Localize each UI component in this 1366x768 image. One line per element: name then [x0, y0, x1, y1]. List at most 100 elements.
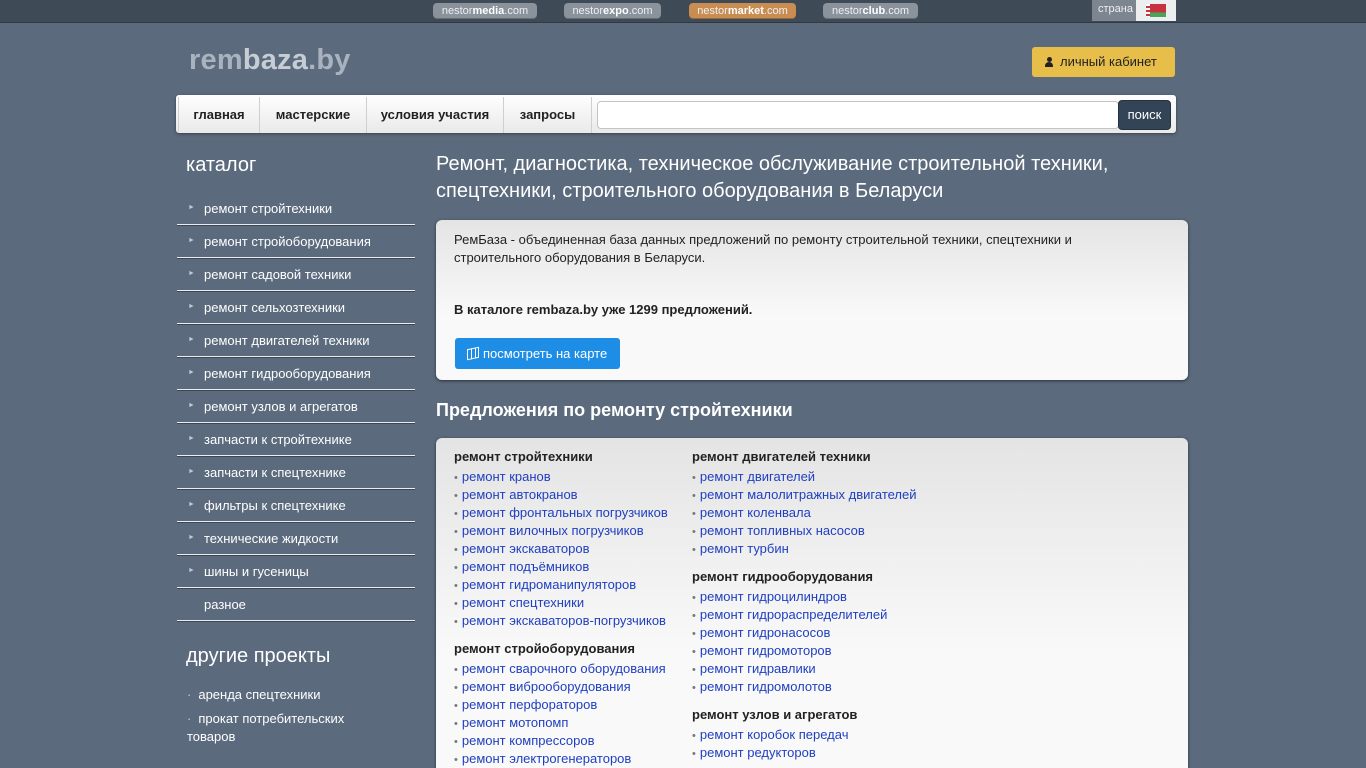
list-item[interactable]: • ремонт коробок передач	[692, 726, 952, 744]
offers-box: ремонт стройтехники • ремонт кранов • ремо…	[436, 438, 1188, 768]
list-item[interactable]: • ремонт редукторов	[692, 744, 952, 762]
list-item[interactable]: • ремонт гидравлики	[692, 660, 952, 678]
arrow-right-icon: ►	[188, 567, 195, 574]
list-item[interactable]: • ремонт турбин	[692, 540, 952, 558]
list-item[interactable]: • ремонт гидромолотов	[692, 678, 952, 696]
bullet-icon: •	[692, 730, 696, 742]
list-item[interactable]: • ремонт двигателей	[692, 468, 952, 486]
list-item[interactable]: • ремонт топливных насосов	[692, 522, 952, 540]
group-list: • ремонт двигателей • ремонт малолитражных…	[692, 468, 952, 558]
search-button[interactable]: поиск	[1118, 100, 1171, 130]
list-item[interactable]: • ремонт гидрораспределителей	[692, 606, 952, 624]
nav-requests[interactable]: запросы	[504, 97, 592, 133]
catalog-item[interactable]: ► ремонт стройоборудования	[177, 225, 415, 258]
bullet-icon: ·	[187, 711, 192, 726]
group-list: • ремонт гидроцилиндров • ремонт гидрорасп…	[692, 588, 952, 696]
list-item[interactable]: • ремонт подъёмников	[454, 558, 689, 576]
group-title: ремонт стройоборудования	[454, 641, 635, 656]
list-item[interactable]: • ремонт гидронасосов	[692, 624, 952, 642]
list-item[interactable]: • ремонт коленвала	[692, 504, 952, 522]
list-item[interactable]: • ремонт экскаваторов	[454, 540, 689, 558]
list-item[interactable]: • ремонт автокранов	[454, 486, 689, 504]
bullet-icon: •	[692, 610, 696, 622]
arrow-right-icon: ►	[188, 501, 195, 508]
arrow-right-icon: ►	[188, 435, 195, 442]
bullet-icon: •	[454, 718, 458, 730]
catalog-item[interactable]: ► ремонт гидрооборудования	[177, 357, 415, 390]
arrow-right-icon: ►	[188, 468, 195, 475]
bullet-icon: •	[692, 682, 696, 694]
catalog-item[interactable]: ► фильтры к спецтехнике	[177, 489, 415, 522]
catalog-item[interactable]: ► ремонт садовой техники	[177, 258, 415, 291]
list-item[interactable]: • ремонт гидроманипуляторов	[454, 576, 689, 594]
arrow-right-icon: ►	[188, 336, 195, 343]
nav-home[interactable]: главная	[178, 97, 260, 133]
list-item[interactable]: • ремонт вилочных погрузчиков	[454, 522, 689, 540]
arrow-right-icon: ►	[188, 237, 195, 244]
user-icon	[1045, 57, 1053, 67]
nav-workshops[interactable]: мастерские	[260, 97, 367, 133]
group-title: ремонт двигателей техники	[692, 449, 871, 464]
arrow-right-icon: ►	[188, 303, 195, 310]
bullet-icon: •	[692, 526, 696, 538]
intro-text: РемБаза - объединенная база данных предл…	[454, 232, 1072, 265]
country-selector[interactable]: страна	[1092, 0, 1176, 21]
catalog-item[interactable]: ► ремонт сельхозтехники	[177, 291, 415, 324]
project-link[interactable]: · прокат потребительских товаров	[187, 710, 367, 746]
bullet-icon: •	[692, 592, 696, 604]
list-item[interactable]: • ремонт гидроцилиндров	[692, 588, 952, 606]
catalog-item[interactable]: ► запчасти к спецтехнике	[177, 456, 415, 489]
list-item[interactable]: • ремонт малолитражных двигателей	[692, 486, 952, 504]
personal-cabinet-button[interactable]: личный кабинет	[1032, 47, 1175, 77]
list-item[interactable]: • ремонт сварочного оборудования	[454, 660, 689, 678]
group-title: ремонт узлов и агрегатов	[692, 707, 858, 722]
nav-terms[interactable]: условия участия	[367, 97, 504, 133]
network-link-expo[interactable]: nestorexpo.com	[564, 3, 661, 19]
group-list: • ремонт коробок передач • ремонт редуктор…	[692, 726, 952, 762]
map-icon	[467, 346, 479, 361]
bullet-icon: •	[454, 544, 458, 556]
bullet-icon: •	[692, 472, 696, 484]
bullet-icon: •	[454, 682, 458, 694]
bullet-icon: ·	[187, 687, 192, 702]
bullet-icon: •	[692, 664, 696, 676]
bullet-icon: •	[692, 628, 696, 640]
offers-column: ремонт стройтехники • ремонт кранов • ремо…	[454, 448, 689, 768]
page-title: Ремонт, диагностика, техническое обслужи…	[436, 153, 1109, 202]
catalog-item[interactable]: ► ремонт стройтехники	[177, 192, 415, 225]
intro-box: РемБаза - объединенная база данных предл…	[436, 220, 1188, 380]
list-item[interactable]: • ремонт мотопомп	[454, 714, 689, 732]
catalog-item[interactable]: ► технические жидкости	[177, 522, 415, 555]
bullet-icon: •	[454, 580, 458, 592]
list-item[interactable]: • ремонт фронтальных погрузчиков	[454, 504, 689, 522]
network-link-media[interactable]: nestormedia.com	[433, 3, 537, 19]
list-item[interactable]: • ремонт электрогенераторов	[454, 750, 689, 768]
catalog-item[interactable]: ► запчасти к стройтехнике	[177, 423, 415, 456]
network-link-market[interactable]: nestormarket.com	[689, 3, 796, 19]
network-link-club[interactable]: nestorclub.com	[823, 3, 918, 19]
catalog-item[interactable]: ► ремонт двигателей техники	[177, 324, 415, 357]
bullet-icon: •	[454, 700, 458, 712]
site-logo[interactable]: rembaza.by	[189, 44, 351, 77]
list-item[interactable]: • ремонт кранов	[454, 468, 689, 486]
bullet-icon: •	[454, 526, 458, 538]
catalog-item[interactable]: ► ремонт узлов и агрегатов	[177, 390, 415, 423]
search-input[interactable]	[597, 101, 1119, 129]
list-item[interactable]: • ремонт компрессоров	[454, 732, 689, 750]
view-on-map-button[interactable]: посмотреть на карте	[455, 338, 620, 369]
arrow-right-icon: ►	[188, 270, 195, 277]
list-item[interactable]: • ремонт гидромоторов	[692, 642, 952, 660]
list-item[interactable]: • ремонт перфораторов	[454, 696, 689, 714]
other-projects-title: другие проекты	[186, 645, 331, 667]
network-bar: nestormedia.com nestorexpo.com nestormar…	[0, 0, 1366, 23]
list-item[interactable]: • ремонт экскаваторов-погрузчиков	[454, 612, 689, 630]
project-link[interactable]: · аренда спецтехники	[187, 686, 367, 704]
catalog-item[interactable]: ► шины и гусеницы	[177, 555, 415, 588]
belarus-flag-icon	[1146, 4, 1166, 17]
list-item[interactable]: • ремонт спецтехники	[454, 594, 689, 612]
catalog-item[interactable]: разное	[177, 588, 415, 621]
list-item[interactable]: • ремонт виброоборудования	[454, 678, 689, 696]
bullet-icon: •	[454, 736, 458, 748]
bullet-icon: •	[692, 544, 696, 556]
bullet-icon: •	[454, 664, 458, 676]
